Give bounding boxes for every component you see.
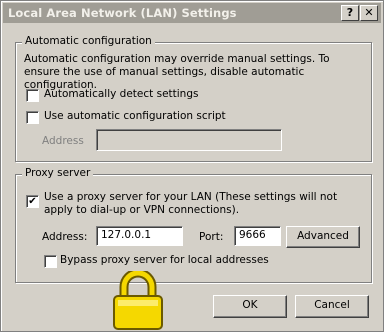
dialog-title: Local Area Network (LAN) Settings (8, 6, 237, 20)
proxy-port-label: Port: (199, 231, 224, 243)
auto-script-checkbox[interactable] (26, 111, 39, 124)
cancel-button[interactable]: Cancel (295, 295, 369, 318)
use-proxy-label: Use a proxy server for your LAN (These s… (44, 191, 338, 216)
lock-icon (113, 271, 163, 330)
proxy-port-field[interactable]: 9666 (234, 226, 281, 246)
lan-settings-dialog: Local Area Network (LAN) Settings ? ✕ Au… (0, 0, 384, 332)
title-bar[interactable]: Local Area Network (LAN) Settings ? ✕ (3, 3, 381, 23)
bypass-local-label: Bypass proxy server for local addresses (60, 254, 269, 266)
auto-config-legend: Automatic configuration (22, 35, 155, 47)
script-address-label: Address (42, 135, 84, 147)
bypass-local-checkbox[interactable] (44, 255, 57, 268)
ok-button[interactable]: OK (213, 295, 287, 318)
help-button[interactable]: ? (341, 5, 359, 21)
advanced-button[interactable]: Advanced (286, 226, 360, 248)
script-address-field[interactable] (96, 129, 282, 151)
auto-config-group: Automatic configuration Automatic config… (15, 35, 372, 162)
proxy-address-label: Address: (42, 231, 88, 243)
use-proxy-checkbox[interactable]: ✔ (26, 195, 39, 208)
auto-detect-label: Automatically detect settings (44, 88, 199, 100)
proxy-server-group: Proxy server ✔ Use a proxy server for yo… (15, 167, 372, 283)
auto-detect-checkbox[interactable] (26, 89, 39, 102)
proxy-legend: Proxy server (22, 167, 94, 179)
proxy-address-field[interactable]: 127.0.0.1 (96, 226, 183, 246)
auto-config-description: Automatic configuration may override man… (24, 53, 330, 91)
close-button[interactable]: ✕ (360, 5, 378, 21)
auto-script-label: Use automatic configuration script (44, 110, 226, 122)
